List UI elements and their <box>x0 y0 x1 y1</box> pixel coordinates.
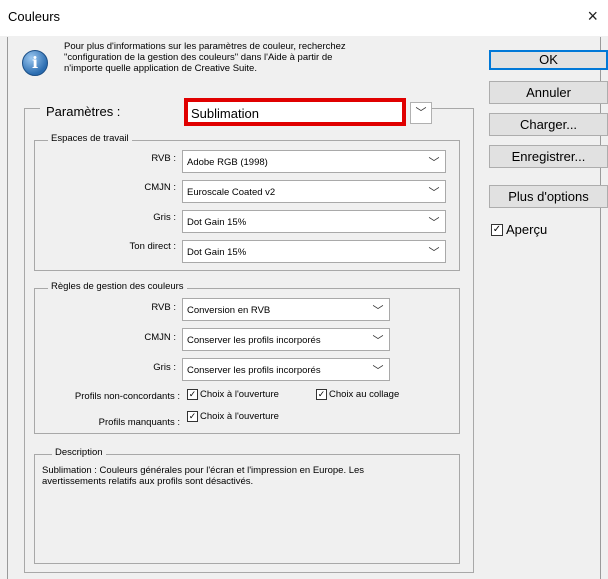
window-title: Couleurs <box>8 9 61 24</box>
chevron-down-icon[interactable]: ﹀ <box>410 102 432 124</box>
description-line-2: avertissements relatifs aux profils sont… <box>42 476 254 487</box>
chevron-down-icon: ﹀ <box>428 187 440 199</box>
close-icon[interactable]: × <box>587 6 598 27</box>
workspace-spot-select[interactable]: Dot Gain 15% ﹀ <box>182 240 446 263</box>
info-text-line-1: Pour plus d'informations sur les paramèt… <box>64 41 346 52</box>
policy-rgb-select[interactable]: Conversion en RVB ﹀ <box>182 298 390 321</box>
workspace-gray-label: Gris : <box>153 212 176 223</box>
missing-open-checkbox[interactable]: ✓ <box>187 411 198 422</box>
mismatch-label: Profils non-concordants : <box>74 391 180 402</box>
mismatch-paste-label: Choix au collage <box>329 389 400 400</box>
preview-label: Aperçu <box>506 222 548 237</box>
ok-button[interactable]: OK <box>489 50 608 70</box>
policy-gray-select[interactable]: Conserver les profils incorporés ﹀ <box>182 358 390 381</box>
description-text: Sublimation : Couleurs générales pour l'… <box>42 465 452 487</box>
chevron-down-icon: ﹀ <box>372 335 384 347</box>
description-title: Description <box>52 447 106 458</box>
mismatch-open-checkbox[interactable]: ✓ <box>187 389 198 400</box>
title-bar <box>0 0 608 36</box>
workspace-rgb-select[interactable]: Adobe RGB (1998) ﹀ <box>182 150 446 173</box>
chevron-down-icon: ﹀ <box>428 217 440 229</box>
description-line-1: Sublimation : Couleurs générales pour l'… <box>42 465 365 476</box>
info-text: Pour plus d'informations sur les paramèt… <box>64 41 424 74</box>
missing-label: Profils manquants : <box>98 417 180 428</box>
mismatch-paste-checkbox[interactable]: ✓ <box>316 389 327 400</box>
workspace-gray-value: Dot Gain 15% <box>187 217 247 228</box>
mismatch-open-label: Choix à l'ouverture <box>200 389 279 400</box>
info-text-line-3: n'importe quelle application de Creative… <box>64 63 257 74</box>
cancel-button[interactable]: Annuler <box>489 81 608 104</box>
preview-checkbox[interactable]: ✓ <box>491 224 503 236</box>
load-button[interactable]: Charger... <box>489 113 608 136</box>
workspace-cmyk-value: Euroscale Coated v2 <box>187 187 276 198</box>
policy-gray-label: Gris : <box>153 362 176 373</box>
info-icon: i <box>22 50 48 76</box>
workspace-cmyk-select[interactable]: Euroscale Coated v2 ﹀ <box>182 180 446 203</box>
workspace-gray-select[interactable]: Dot Gain 15% ﹀ <box>182 210 446 233</box>
info-text-line-2: "configuration de la gestion des couleur… <box>64 52 333 63</box>
policy-rgb-value: Conversion en RVB <box>187 305 271 316</box>
policy-cmyk-value: Conserver les profils incorporés <box>187 335 321 346</box>
workspace-spot-label: Ton direct : <box>129 241 176 252</box>
chevron-down-icon: ﹀ <box>428 247 440 259</box>
more-options-button[interactable]: Plus d'options <box>489 185 608 208</box>
policy-rgb-label: RVB : <box>151 302 176 313</box>
policies-title: Règles de gestion des couleurs <box>48 281 187 292</box>
settings-label: Paramètres : <box>46 104 121 119</box>
policy-cmyk-select[interactable]: Conserver les profils incorporés ﹀ <box>182 328 390 351</box>
save-button[interactable]: Enregistrer... <box>489 145 608 168</box>
workspace-cmyk-label: CMJN : <box>144 182 176 193</box>
workspace-spot-value: Dot Gain 15% <box>187 247 247 258</box>
policy-cmyk-label: CMJN : <box>144 332 176 343</box>
workspace-rgb-value: Adobe RGB (1998) <box>187 157 268 168</box>
chevron-down-icon: ﹀ <box>428 157 440 169</box>
workspace-rgb-label: RVB : <box>151 153 176 164</box>
settings-select[interactable]: Sublimation <box>184 98 406 126</box>
chevron-down-icon: ﹀ <box>372 305 384 317</box>
chevron-down-icon: ﹀ <box>372 365 384 377</box>
missing-open-label: Choix à l'ouverture <box>200 411 279 422</box>
policy-gray-value: Conserver les profils incorporés <box>187 365 321 376</box>
workspaces-title: Espaces de travail <box>48 133 132 144</box>
